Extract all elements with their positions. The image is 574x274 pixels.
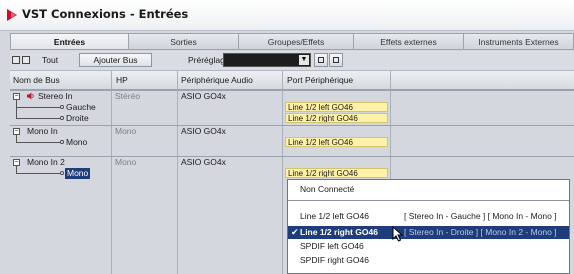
tree-line bbox=[16, 173, 61, 174]
menu-item-label: Line 1/2 left GO46 bbox=[300, 211, 369, 221]
bus-device[interactable]: ASIO GO4x bbox=[181, 126, 226, 137]
tab-external-instruments[interactable]: Instruments Externes bbox=[464, 33, 574, 50]
menu-item-label: SPDIF left GO46 bbox=[300, 241, 364, 251]
port-cell[interactable]: Line 1/2 right GO46 bbox=[285, 168, 388, 178]
channel-dot-icon bbox=[60, 140, 64, 144]
chevron-down-icon[interactable]: ▼ bbox=[299, 55, 309, 65]
menu-item-label: Line 1/2 right GO46 bbox=[300, 227, 378, 237]
menu-item[interactable]: SPDIF right GO46 bbox=[288, 254, 569, 267]
bus-speakers: Mono bbox=[115, 157, 137, 167]
bus-device[interactable]: ASIO GO4x bbox=[181, 157, 226, 168]
tab-bar: Entrées Sorties Groupes/Effets Effets ex… bbox=[10, 33, 574, 50]
table-row[interactable]: − Stereo In Stéréo ASIO GO4x bbox=[10, 90, 574, 102]
channel-dot-icon bbox=[60, 171, 64, 175]
speaker-icon bbox=[27, 92, 34, 100]
bus-name[interactable]: Stereo In bbox=[38, 91, 73, 102]
bus-speakers: Stéréo bbox=[115, 91, 141, 101]
tab-outputs[interactable]: Sorties bbox=[129, 33, 239, 50]
channel-name[interactable]: Mono bbox=[66, 137, 87, 148]
window-title: VST Connexions - Entrées bbox=[22, 7, 189, 21]
menu-item[interactable]: Non Connecté bbox=[288, 183, 569, 196]
channel-name[interactable]: Droite bbox=[66, 113, 89, 124]
bus-name[interactable]: Mono In bbox=[27, 126, 58, 137]
save-preset-icon[interactable] bbox=[314, 53, 328, 67]
bus-speakers: Mono bbox=[115, 126, 137, 136]
table-row[interactable]: Droite Line 1/2 right GO46 bbox=[10, 113, 574, 124]
tree-line bbox=[16, 107, 61, 108]
add-bus-button[interactable]: Ajouter Bus bbox=[79, 53, 152, 67]
menu-separator bbox=[288, 200, 569, 201]
bus-name[interactable]: Mono In 2 bbox=[27, 157, 65, 168]
delete-preset-icon[interactable] bbox=[329, 53, 343, 67]
menu-item[interactable]: Line 1/2 left GO46 [ Stereo In - Gauche … bbox=[288, 210, 569, 223]
tab-inputs[interactable]: Entrées bbox=[10, 33, 129, 50]
bus-device[interactable]: ASIO GO4x bbox=[181, 91, 226, 102]
port-cell[interactable]: Line 1/2 left GO46 bbox=[285, 137, 388, 147]
table-row[interactable]: − Mono In 2 Mono ASIO GO4x bbox=[10, 156, 574, 168]
checkmark-icon: ✔ bbox=[291, 227, 299, 237]
menu-item[interactable]: SPDIF left GO46 bbox=[288, 240, 569, 253]
col-bus-name[interactable]: Nom de Bus bbox=[13, 75, 60, 85]
col-audio-device[interactable]: Périphérique Audio bbox=[181, 75, 253, 85]
port-cell[interactable]: Line 1/2 right GO46 bbox=[285, 113, 388, 123]
tree-line bbox=[16, 118, 61, 119]
table-row[interactable]: Gauche Line 1/2 left GO46 bbox=[10, 102, 574, 113]
table-row[interactable]: Mono Line 1/2 right GO46 bbox=[10, 168, 574, 179]
menu-item-selected[interactable]: ✔ Line 1/2 right GO46 [ Stereo In - Droi… bbox=[288, 226, 569, 239]
tab-groups-effects[interactable]: Groupes/Effets bbox=[239, 33, 354, 50]
all-label[interactable]: Tout bbox=[42, 55, 58, 65]
vst-connections-window: VST Connexions - Entrées Entrées Sorties… bbox=[0, 0, 574, 274]
title-bar: VST Connexions - Entrées bbox=[0, 0, 574, 31]
col-device-port[interactable]: Port Périphérique bbox=[287, 75, 353, 85]
port-cell[interactable]: Line 1/2 left GO46 bbox=[285, 102, 388, 112]
menu-item-label: SPDIF right GO46 bbox=[300, 255, 369, 265]
expand-all-icon[interactable] bbox=[12, 56, 20, 64]
table-row[interactable]: − Mono In Mono ASIO GO4x bbox=[10, 125, 574, 137]
channel-dot-icon bbox=[60, 116, 64, 120]
table-header: Nom de Bus HP Périphérique Audio Port Pé… bbox=[10, 71, 574, 90]
mouse-cursor-icon bbox=[392, 226, 404, 242]
cubase-logo-icon bbox=[7, 9, 17, 21]
channel-name[interactable]: Gauche bbox=[66, 102, 96, 113]
toolbar: Tout Ajouter Bus Préréglages ▼ bbox=[10, 51, 574, 71]
channel-dot-icon bbox=[60, 105, 64, 109]
menu-item-info: [ Stereo In - Gauche ] [ Mono In - Mono … bbox=[404, 211, 557, 221]
tree-line bbox=[16, 142, 61, 143]
presets-select[interactable]: ▼ bbox=[223, 53, 311, 67]
col-speakers[interactable]: HP bbox=[116, 75, 128, 85]
menu-item-label: Non Connecté bbox=[300, 184, 355, 194]
port-dropdown-menu: Non Connecté Line 1/2 left GO46 [ Stereo… bbox=[287, 179, 570, 274]
menu-item-info: [ Stereo In - Droite ] [ Mono In 2 - Mon… bbox=[404, 227, 557, 237]
tab-external-effects[interactable]: Effets externes bbox=[354, 33, 464, 50]
channel-name[interactable]: Mono bbox=[65, 168, 91, 179]
collapse-all-icon[interactable] bbox=[22, 56, 30, 64]
table-row[interactable]: Mono Line 1/2 left GO46 bbox=[10, 137, 574, 148]
